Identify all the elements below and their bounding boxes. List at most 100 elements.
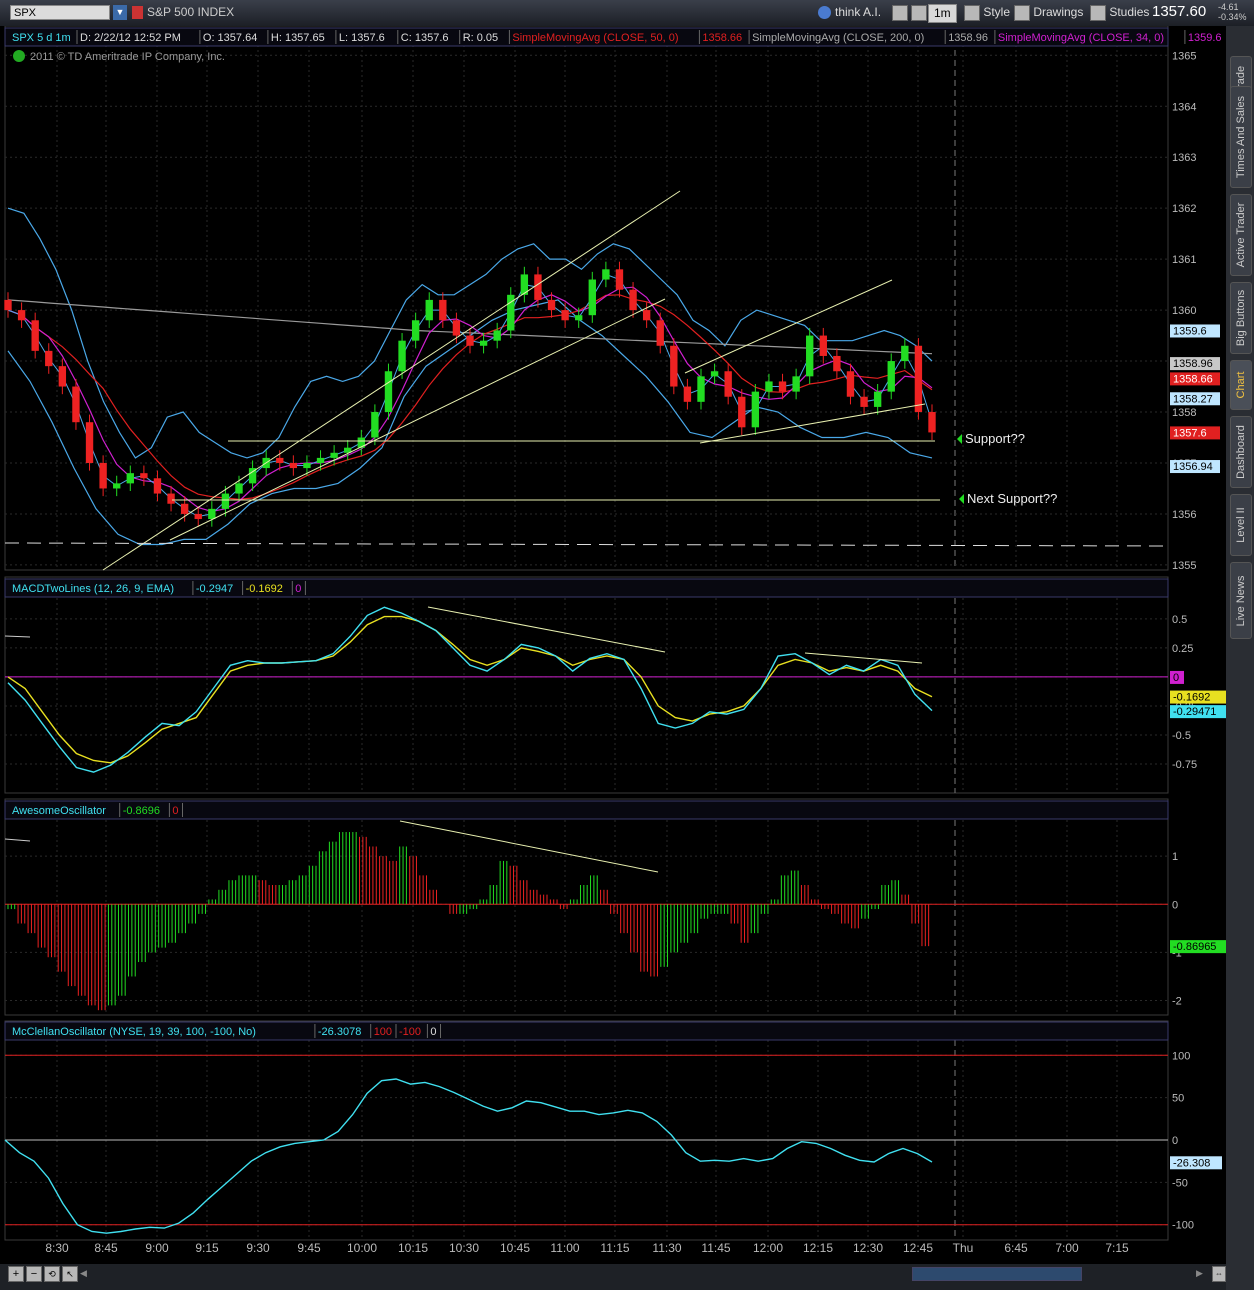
candle-body	[384, 371, 393, 413]
style-button[interactable]: Style	[964, 4, 1010, 21]
support-label: Support??	[965, 431, 1025, 446]
candle-body	[656, 320, 664, 346]
x-tick-label: 11:45	[701, 1241, 730, 1255]
candle-body	[710, 371, 719, 377]
chart-area[interactable]: Support?? Next Support?? 8:30 8:45 9:00 9:15…	[0, 26, 1226, 1264]
symbol-dropdown-icon[interactable]: ▼	[113, 5, 127, 20]
expand-icon[interactable]: ⇔	[1212, 1266, 1226, 1282]
header-low: L: 1357.6	[339, 32, 385, 44]
candle-body	[180, 503, 189, 514]
zoom-icon[interactable]	[911, 4, 928, 21]
y-tick-label: 1355	[1172, 560, 1196, 572]
candle-body	[45, 350, 53, 367]
candle-body	[99, 462, 107, 489]
mcclellan-header-lower: -100	[399, 1026, 421, 1038]
candle-body	[276, 457, 284, 463]
zoom-out-icon[interactable]: −	[26, 1266, 42, 1282]
header-sma50-value: 1358.66	[702, 32, 742, 44]
crosshair-icon[interactable]	[892, 4, 908, 21]
tab-big-buttons[interactable]: Big Buttons	[1230, 282, 1252, 354]
y-tick-label: 50	[1172, 1093, 1184, 1105]
percent-change: -0.34%	[1218, 12, 1247, 22]
macd-axis-label: -0.1692	[1173, 692, 1210, 704]
candle-body	[235, 483, 243, 494]
ao-header-name: AwesomeOscillator	[12, 805, 106, 817]
info-icon	[13, 50, 25, 62]
price-axis-label: 1358.66	[1173, 373, 1213, 385]
candle-body	[493, 330, 501, 341]
drawings-icon	[1014, 4, 1030, 21]
x-tick-label: 7:00	[1055, 1241, 1079, 1255]
price-axis-label: 1358.96	[1173, 358, 1213, 370]
candle-body	[575, 315, 583, 321]
studies-button[interactable]: Studies	[1090, 4, 1149, 21]
candle-body	[452, 320, 461, 336]
y-tick-label: 1356	[1172, 509, 1196, 521]
drawings-button[interactable]: Drawings	[1014, 4, 1083, 21]
x-tick-label: 12:45	[903, 1241, 933, 1255]
scroll-left-icon[interactable]: ◀	[80, 1266, 92, 1280]
price-axis-label: 1356.94	[1173, 461, 1213, 473]
timeframe-button[interactable]: 1m	[928, 4, 957, 23]
candle-body	[629, 289, 637, 311]
tab-label: Live News	[1235, 575, 1247, 626]
header-symbol: SPX 5 d 1m	[12, 32, 71, 44]
x-tick-label: 11:00	[550, 1241, 579, 1255]
style-label: Style	[983, 5, 1011, 19]
mcclellan-header-upper: 100	[374, 1026, 392, 1038]
candle-body	[316, 457, 325, 463]
x-tick-label: 9:45	[297, 1241, 321, 1255]
candle-body	[615, 269, 624, 290]
zoom-in-icon[interactable]: +	[8, 1266, 24, 1282]
tab-dashboard[interactable]: Dashboard	[1230, 416, 1252, 488]
candle-body	[330, 452, 338, 458]
studies-label: Studies	[1109, 5, 1150, 19]
x-tick-label: 11:30	[652, 1241, 681, 1255]
zoom-tools[interactable]	[892, 4, 928, 21]
tab-times-and-sales[interactable]: Times And Sales	[1230, 86, 1252, 188]
price-axis-label: 1359.6	[1173, 325, 1207, 337]
tab-live-news[interactable]: Live News	[1230, 562, 1252, 639]
candle-body	[819, 335, 827, 356]
next-support-label: Next Support??	[967, 491, 1057, 506]
candle-body	[860, 396, 868, 407]
y-tick-label: 1360	[1172, 305, 1196, 317]
macd-header-value: -0.2947	[196, 583, 233, 595]
y-tick-label: 0.25	[1172, 643, 1193, 655]
ao-header-value: -0.8696	[123, 805, 160, 817]
scroll-right-icon[interactable]: ▶	[1196, 1266, 1208, 1280]
candle-body	[724, 371, 732, 397]
candle-body	[697, 376, 705, 402]
copyright-text: 2011 © TD Ameritrade IP Company, Inc.	[30, 51, 225, 63]
x-tick-label: 12:30	[853, 1241, 883, 1255]
reset-zoom-icon[interactable]: ⟲	[44, 1266, 60, 1282]
candle-body	[72, 386, 80, 423]
tab-chart[interactable]: Chart	[1230, 360, 1252, 410]
symbol-description: S&P 500 INDEX	[147, 5, 235, 19]
y-tick-label: 1365	[1172, 50, 1196, 62]
macd-header-zero: 0	[295, 583, 301, 595]
candle-body	[602, 269, 610, 280]
candle-body	[411, 320, 420, 341]
mcclellan-header-value: -26.3078	[318, 1026, 361, 1038]
horizontal-scrollbar[interactable]	[912, 1267, 1082, 1281]
tab-active-trader[interactable]: Active Trader	[1230, 194, 1252, 276]
symbol-flag-icon[interactable]	[132, 6, 143, 19]
price-axis-label: 1357.6	[1173, 427, 1207, 439]
macd-header-avg: -0.1692	[246, 583, 283, 595]
candle-body	[561, 310, 569, 321]
header-sma34-value: 1359.6	[1188, 32, 1222, 44]
tab-level-ii[interactable]: Level II	[1230, 494, 1252, 556]
think-ai-button[interactable]: think A.I.	[818, 4, 881, 21]
symbol-input[interactable]: SPX	[10, 5, 110, 20]
candle-body	[873, 391, 882, 407]
pointer-icon[interactable]: ↖	[62, 1266, 78, 1282]
candle-body	[792, 376, 800, 392]
macd-axis-label: -0.29471	[1173, 706, 1216, 718]
study-header-bar	[4, 578, 1169, 598]
x-tick-label: 7:15	[1105, 1241, 1129, 1255]
header-close: C: 1357.6	[401, 32, 449, 44]
candle-body	[751, 391, 760, 428]
x-tick-label: 6:45	[1004, 1241, 1028, 1255]
globe-icon	[818, 6, 831, 20]
